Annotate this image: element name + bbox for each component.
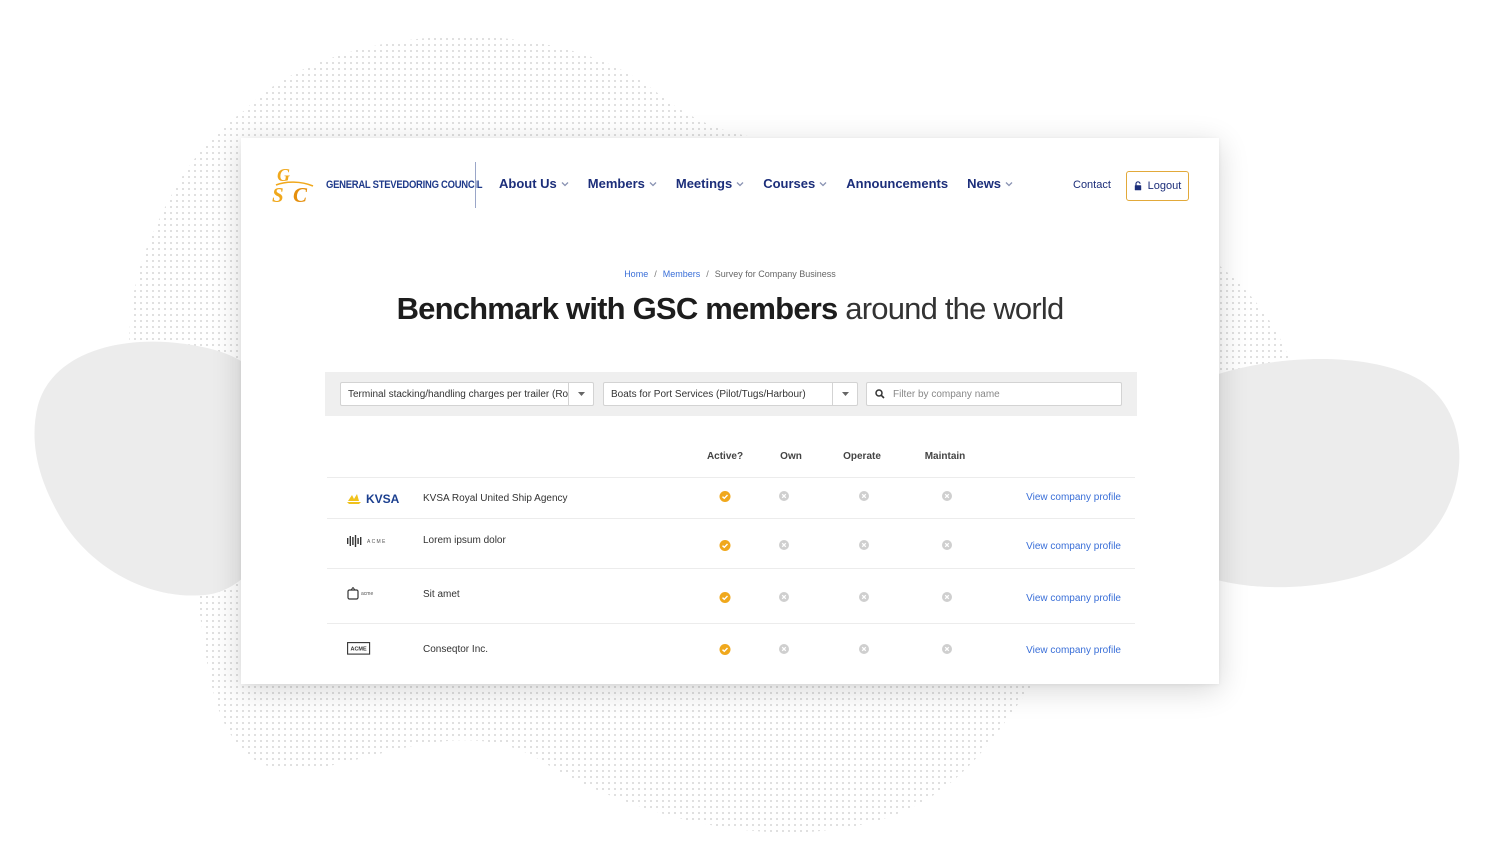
company-search[interactable]: [866, 382, 1122, 406]
x-circle-icon: [859, 592, 869, 602]
filter-bar: Terminal stacking/handling charges per t…: [325, 372, 1137, 416]
breadcrumb-separator: /: [654, 269, 657, 279]
svg-text:C: C: [293, 183, 308, 206]
nav-meetings-label: Meetings: [675, 176, 733, 191]
column-header-own[interactable]: Own: [780, 451, 802, 462]
x-circle-icon: [779, 540, 789, 550]
gsc-logo[interactable]: G S C GENERAL STEVEDORING COUNCIL: [271, 164, 508, 206]
breadcrumb-separator: /: [706, 269, 709, 279]
x-circle-icon: [859, 540, 869, 550]
equipment-value: Boats for Port Services (Pilot/Tugs/Harb…: [611, 388, 806, 400]
table-row: acme Sit amet View company profile: [327, 569, 1135, 624]
gsc-monogram-icon: G S C: [272, 165, 314, 206]
search-input[interactable]: [893, 384, 1121, 404]
members-table: Active? Own Operate Maintain KVSA KVSA R…: [327, 438, 1135, 682]
nav-courses[interactable]: Courses: [763, 176, 827, 191]
svg-text:S: S: [272, 183, 284, 206]
chevron-down-icon: [819, 181, 827, 186]
logout-label: Logout: [1147, 180, 1182, 192]
x-circle-icon: [779, 644, 789, 654]
table-row: ACME Lorem ipsum dolor View company prof…: [327, 519, 1135, 569]
nav-members-label: Members: [587, 176, 645, 191]
acme-logo-text: ACME: [367, 539, 387, 545]
view-company-profile-link[interactable]: View company profile: [1026, 593, 1121, 604]
company-logo-acme-soundwave: ACME: [347, 535, 391, 547]
brand-name: GENERAL STEVEDORING COUNCIL: [326, 179, 483, 191]
page-title: Benchmark with GSC members around the wo…: [241, 291, 1219, 327]
x-circle-icon: [942, 540, 952, 550]
chevron-down-icon: [561, 181, 569, 186]
chevron-down-icon: [649, 181, 657, 186]
caret-down-icon[interactable]: [568, 383, 593, 405]
service-category-select[interactable]: Terminal stacking/handling charges per t…: [340, 382, 594, 406]
nav-about-us-label: About Us: [499, 176, 557, 191]
equipment-select[interactable]: Boats for Port Services (Pilot/Tugs/Harb…: [603, 382, 858, 406]
browser-window: G S C GENERAL STEVEDORING COUNCIL About …: [241, 138, 1219, 684]
view-company-profile-link[interactable]: View company profile: [1026, 645, 1121, 656]
company-logo-acme-tv: acme: [347, 587, 379, 601]
check-circle-icon: [719, 644, 731, 655]
company-logo-kvsa: KVSA: [347, 492, 411, 506]
nav-about-us[interactable]: About Us: [499, 176, 569, 191]
page-title-bold: Benchmark with GSC members: [396, 291, 839, 326]
table-row: KVSA KVSA Royal United Ship Agency View …: [327, 478, 1135, 519]
view-company-profile-link[interactable]: View company profile: [1026, 492, 1121, 503]
column-header-active[interactable]: Active?: [707, 451, 743, 462]
x-circle-icon: [859, 644, 869, 654]
nav-members[interactable]: Members: [588, 176, 657, 191]
company-logo-acme-box: ACME: [347, 642, 371, 655]
check-circle-icon: [719, 592, 731, 603]
acme-box-logo-text: ACME: [350, 647, 367, 653]
nav-announcements-label: Announcements: [846, 176, 949, 191]
column-header-operate[interactable]: Operate: [843, 451, 881, 462]
table-row: ACME Conseqtor Inc. View company profile: [327, 624, 1135, 682]
service-category-value: Terminal stacking/handling charges per t…: [348, 388, 568, 400]
chevron-down-icon: [1005, 181, 1013, 186]
x-circle-icon: [779, 592, 789, 602]
nav-meetings[interactable]: Meetings: [676, 176, 744, 191]
header-divider: [475, 162, 476, 208]
search-icon: [867, 389, 893, 399]
main-nav: About Us Members Meetings Courses Announ…: [499, 176, 1032, 191]
breadcrumb-home[interactable]: Home: [624, 269, 648, 279]
contact-link[interactable]: Contact: [1073, 179, 1111, 191]
caret-down-icon[interactable]: [832, 383, 857, 405]
acme-tv-logo-text: acme: [361, 591, 373, 597]
company-name: Conseqtor Inc.: [423, 644, 489, 655]
check-circle-icon: [719, 491, 731, 502]
breadcrumb-members[interactable]: Members: [663, 269, 701, 279]
company-name: Lorem ipsum dolor: [423, 535, 506, 546]
x-circle-icon: [779, 491, 789, 501]
table-header: Active? Own Operate Maintain: [327, 438, 1135, 478]
company-name: KVSA Royal United Ship Agency: [423, 493, 568, 504]
breadcrumb-current: Survey for Company Business: [714, 269, 836, 279]
x-circle-icon: [942, 644, 952, 654]
company-name: Sit amet: [423, 589, 460, 600]
view-company-profile-link[interactable]: View company profile: [1026, 541, 1121, 552]
x-circle-icon: [942, 491, 952, 501]
logout-button[interactable]: Logout: [1126, 171, 1189, 201]
column-header-maintain[interactable]: Maintain: [925, 451, 966, 462]
lock-icon: [1134, 181, 1141, 191]
check-circle-icon: [719, 540, 731, 551]
x-circle-icon: [942, 592, 952, 602]
nav-announcements[interactable]: Announcements: [846, 176, 948, 191]
nav-news-label: News: [967, 176, 1002, 191]
breadcrumb: Home / Members / Survey for Company Business: [241, 269, 1219, 279]
chevron-down-icon: [736, 181, 744, 186]
kvsa-logo-text: KVSA: [366, 492, 400, 506]
page-title-light: around the world: [845, 291, 1064, 326]
nav-news[interactable]: News: [967, 176, 1013, 191]
nav-courses-label: Courses: [763, 176, 816, 191]
x-circle-icon: [859, 491, 869, 501]
